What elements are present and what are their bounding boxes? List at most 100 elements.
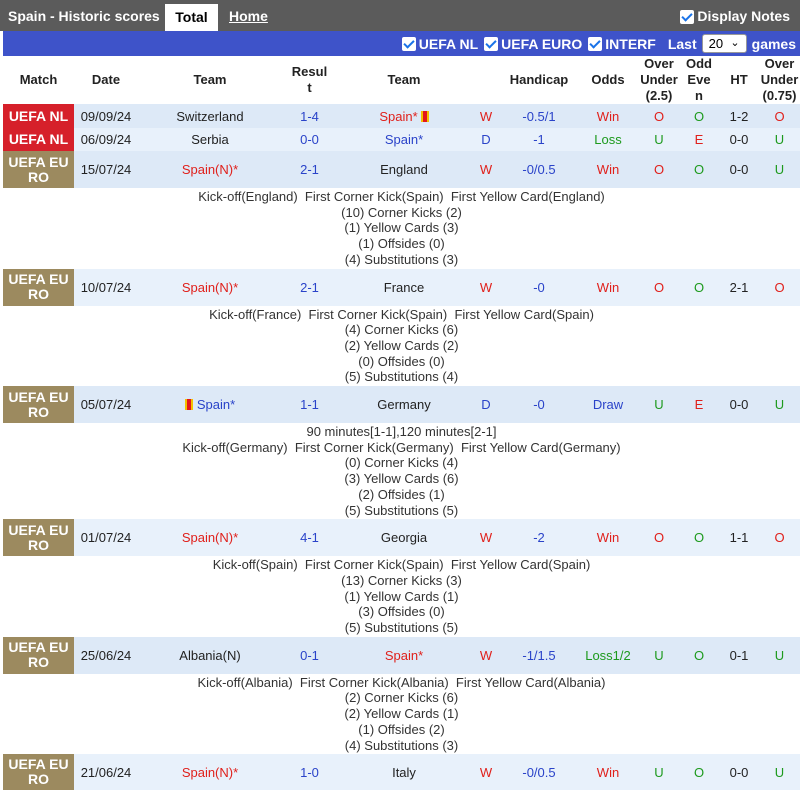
- odd-even: E: [679, 128, 719, 151]
- match-result[interactable]: 4-1: [282, 519, 337, 557]
- match-details-row: Kick-off(Albania) First Corner Kick(Alba…: [3, 673, 800, 755]
- odds-value: Win: [577, 754, 639, 790]
- handicap-value-text: -0: [533, 279, 545, 295]
- checkbox-icon[interactable]: [680, 9, 695, 24]
- odd-even: O: [679, 519, 719, 557]
- last-games-select[interactable]: 20 ⌄: [701, 34, 747, 53]
- home-team[interactable]: Spain(N)*: [138, 268, 282, 306]
- odd-even: O: [679, 104, 719, 128]
- match-outcome-text: W: [479, 108, 493, 124]
- away-team[interactable]: Georgia: [337, 519, 471, 557]
- match-date: 10/07/24: [74, 268, 138, 306]
- away-team[interactable]: England: [337, 151, 471, 188]
- checkbox-icon[interactable]: [401, 36, 416, 51]
- detail-line: (4) Substitutions (3): [344, 251, 459, 267]
- match-date-text: 06/09/24: [80, 132, 132, 147]
- detail-line: Kick-off(Albania) First Corner Kick(Alba…: [197, 674, 606, 690]
- handicap-value-text: -1/1.5: [522, 647, 556, 663]
- match-outcome-text: W: [479, 647, 493, 663]
- tab-total[interactable]: Total: [165, 4, 218, 31]
- match-result[interactable]: 1-1: [282, 386, 337, 424]
- match-outcome-text: W: [479, 530, 493, 546]
- match-result[interactable]: 0-1: [282, 636, 337, 674]
- match-competition: UEFA EURO: [3, 386, 74, 424]
- odd-even-text: O: [693, 279, 705, 295]
- odd-even-text: O: [693, 108, 705, 124]
- table-row[interactable]: UEFA EURO 25/06/24 Albania(N) 0-1 Spain* W -1/…: [3, 636, 800, 674]
- handicap-value: -0/0.5: [501, 754, 577, 790]
- match-result[interactable]: 2-1: [282, 151, 337, 188]
- home-team[interactable]: Spain*: [138, 386, 282, 424]
- away-team[interactable]: Italy: [337, 754, 471, 790]
- over-under-25-text: O: [653, 162, 665, 177]
- away-team-text: Germany: [377, 397, 431, 413]
- match-competition-text: UEFA EURO: [8, 271, 69, 303]
- home-team[interactable]: Switzerland: [138, 104, 282, 128]
- tab-home[interactable]: Home: [229, 0, 268, 33]
- table-row[interactable]: UEFA EURO 10/07/24 Spain(N)* 2-1 France W -0 Wi…: [3, 268, 800, 306]
- away-team[interactable]: Germany: [337, 386, 471, 424]
- table-row[interactable]: UEFA EURO 21/06/24 Spain(N)* 1-0 Italy W -0/0.…: [3, 754, 800, 790]
- handicap-value: -0: [501, 386, 577, 424]
- odd-even-text: O: [693, 647, 705, 663]
- home-team[interactable]: Albania(N): [138, 636, 282, 674]
- match-details: Kick-off(Albania) First Corner Kick(Alba…: [3, 673, 800, 755]
- home-team-text: Serbia: [191, 132, 229, 147]
- table-row[interactable]: UEFA NL 06/09/24 Serbia 0-0 Spain* D -1 Loss U E 0…: [3, 128, 800, 151]
- detail-line: (10) Corner Kicks (2): [341, 204, 462, 220]
- col-odd-even: Odd Eve n: [679, 56, 719, 104]
- halftime-score-text: 0-0: [729, 397, 749, 413]
- detail-line: (0) Corner Kicks (4): [344, 455, 459, 471]
- match-details-row: Kick-off(Spain) First Corner Kick(Spain)…: [3, 556, 800, 637]
- checkbox-icon[interactable]: [588, 36, 603, 51]
- home-team[interactable]: Spain(N)*: [138, 519, 282, 557]
- over-under-25: O: [639, 104, 679, 128]
- col-over-under-075: Over Under (0.75): [759, 56, 800, 104]
- halftime-score: 0-0: [719, 386, 759, 424]
- match-competition-text: UEFA EURO: [8, 521, 69, 553]
- detail-line: (2) Offsides (1): [358, 486, 445, 502]
- filter-uefa-euro[interactable]: UEFA EURO: [484, 36, 582, 52]
- match-result[interactable]: 2-1: [282, 268, 337, 306]
- odds-value-text: Draw: [592, 397, 624, 413]
- match-date: 09/09/24: [74, 104, 138, 128]
- home-team[interactable]: Serbia: [138, 128, 282, 151]
- filter-uefa-nl[interactable]: UEFA NL: [401, 36, 478, 52]
- display-notes-toggle[interactable]: Display Notes: [680, 0, 790, 33]
- home-team[interactable]: Spain(N)*: [138, 151, 282, 188]
- detail-line: (1) Yellow Cards (3): [344, 220, 459, 236]
- match-result[interactable]: 1-4: [282, 104, 337, 128]
- halftime-score: 0-0: [719, 754, 759, 790]
- match-result[interactable]: 0-0: [282, 128, 337, 151]
- detail-line: (4) Corner Kicks (6): [344, 322, 459, 338]
- away-team[interactable]: Spain*: [337, 128, 471, 151]
- away-team[interactable]: Spain*: [337, 104, 471, 128]
- odds-value-text: Loss1/2: [585, 647, 631, 663]
- col-match: Match: [3, 56, 74, 104]
- odd-even-text: E: [694, 397, 704, 413]
- match-result-text: 1-4: [300, 108, 319, 124]
- match-result-text: 1-0: [300, 764, 319, 780]
- handicap-value-text: -0/0.5: [522, 162, 556, 177]
- detail-line: (1) Offsides (2): [358, 721, 445, 737]
- table-row[interactable]: UEFA NL 09/09/24 Switzerland 1-4 Spain* W -0.5…: [3, 104, 800, 128]
- last-label: Last: [667, 35, 697, 52]
- match-date-text: 05/07/24: [80, 397, 132, 413]
- table-row[interactable]: UEFA EURO 15/07/24 Spain(N)* 2-1 England W -0/…: [3, 151, 800, 188]
- detail-line: (2) Corner Kicks (6): [344, 690, 459, 706]
- home-team-text: Spain*: [196, 397, 236, 413]
- table-row[interactable]: UEFA EURO 05/07/24 Spain* 1-1 Germany D -0 Draw…: [3, 386, 800, 424]
- match-result[interactable]: 1-0: [282, 754, 337, 790]
- over-under-25: O: [639, 151, 679, 188]
- over-under-075-text: U: [774, 132, 785, 147]
- col-over-under-25: Over Under (2.5): [639, 56, 679, 104]
- table-row[interactable]: UEFA EURO 01/07/24 Spain(N)* 4-1 Georgia W -2 W…: [3, 519, 800, 557]
- match-date-text: 25/06/24: [80, 647, 132, 663]
- filter-bar: UEFA NL UEFA EURO INTERF Last 20 ⌄ games: [3, 31, 800, 56]
- away-team[interactable]: France: [337, 268, 471, 306]
- filter-interf[interactable]: INTERF: [588, 36, 656, 52]
- handicap-value-text: -0.5/1: [522, 108, 556, 124]
- home-team[interactable]: Spain(N)*: [138, 754, 282, 790]
- checkbox-icon[interactable]: [484, 36, 499, 51]
- away-team[interactable]: Spain*: [337, 636, 471, 674]
